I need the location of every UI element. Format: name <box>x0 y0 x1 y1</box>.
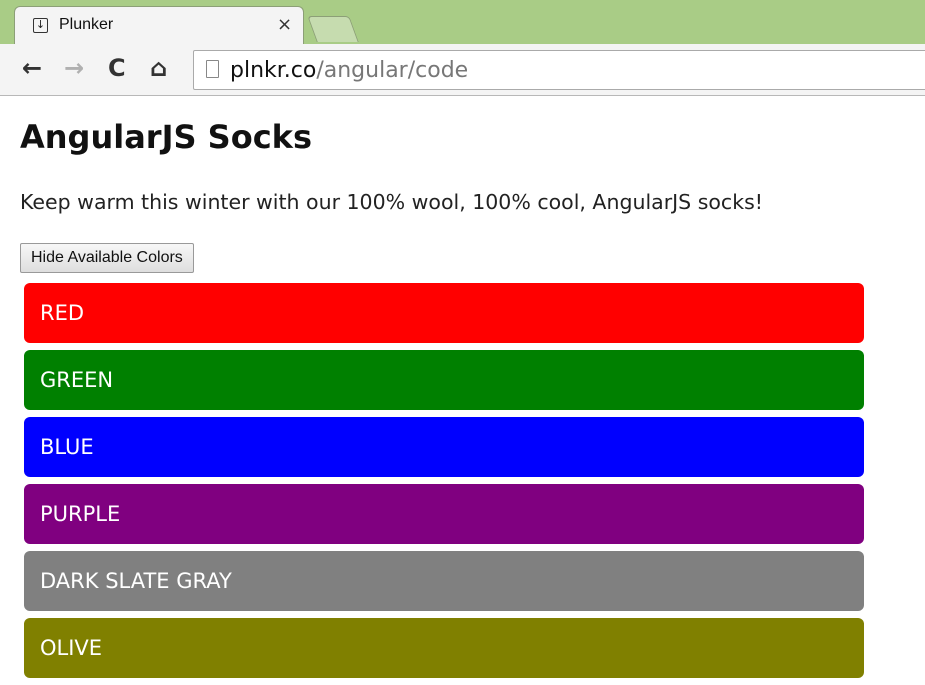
page-title: AngularJS Socks <box>20 118 312 156</box>
browser-toolbar: ← → C ⌂ plnkr.co/angular/code <box>0 44 925 96</box>
close-tab-icon[interactable]: × <box>277 15 292 35</box>
download-favicon-icon: ↓ <box>33 18 48 33</box>
back-arrow-icon[interactable]: ← <box>22 54 42 82</box>
reload-icon[interactable]: C <box>108 54 126 82</box>
forward-arrow-icon[interactable]: → <box>64 54 84 82</box>
color-item: RED <box>24 283 864 343</box>
browser-tab[interactable]: ↓ Plunker × <box>14 6 304 44</box>
page-icon <box>206 60 219 78</box>
home-icon[interactable]: ⌂ <box>150 54 167 82</box>
color-item: BLUE <box>24 417 864 477</box>
url-path: /angular/code <box>316 58 469 83</box>
color-item: PURPLE <box>24 484 864 544</box>
new-tab-button[interactable] <box>307 16 359 42</box>
hide-colors-button[interactable]: Hide Available Colors <box>20 243 194 273</box>
tab-strip: ↓ Plunker × <box>0 0 925 44</box>
url-text: plnkr.co/angular/code <box>230 58 468 84</box>
page-description: Keep warm this winter with our 100% wool… <box>20 190 763 214</box>
color-list: RED GREEN BLUE PURPLE DARK SLATE GRAY OLIVE <box>24 283 864 685</box>
url-host: plnkr.co <box>230 58 317 83</box>
tab-title: Plunker <box>59 16 114 33</box>
address-bar[interactable]: plnkr.co/angular/code <box>193 50 925 90</box>
color-item: GREEN <box>24 350 864 410</box>
color-item: OLIVE <box>24 618 864 678</box>
color-item: DARK SLATE GRAY <box>24 551 864 611</box>
